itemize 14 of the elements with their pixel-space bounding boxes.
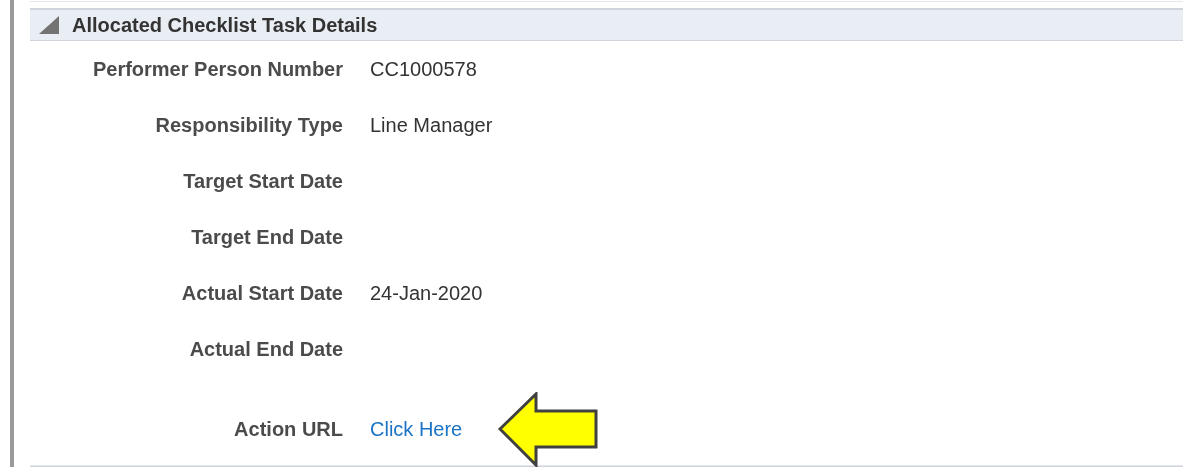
section-header[interactable]: Allocated Checklist Task Details — [30, 7, 1183, 41]
field-value: CC1000578 — [370, 56, 477, 82]
section-title: Allocated Checklist Task Details — [72, 12, 378, 38]
field-label: Target End Date — [190, 224, 343, 250]
field-label: Target Start Date — [182, 168, 343, 194]
field-label: Responsibility Type — [154, 112, 343, 138]
field-label: Actual Start Date — [180, 280, 343, 306]
field-value: 24-Jan-2020 — [370, 280, 483, 306]
field-label: Actual End Date — [188, 336, 343, 362]
field-value: Line Manager — [370, 112, 493, 138]
field-label: Action URL — [233, 416, 343, 442]
field-label: Performer Person Number — [91, 56, 343, 82]
collapse-triangle-icon[interactable] — [38, 14, 60, 35]
action-link[interactable]: Click Here — [370, 413, 463, 444]
